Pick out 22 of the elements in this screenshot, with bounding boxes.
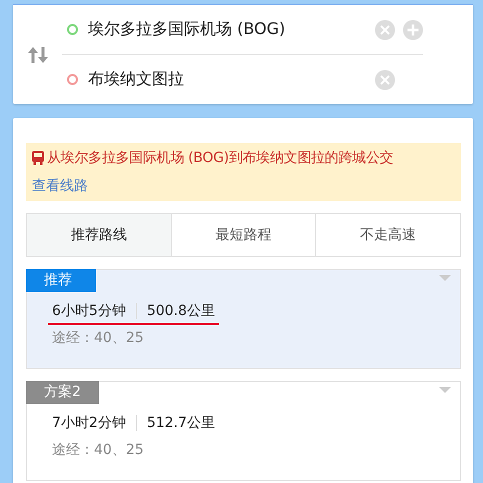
notice-text: 从埃尔多拉多国际机场 (BOG)到布埃纳文图拉的跨城公交 bbox=[47, 149, 394, 167]
route-duration: 6小时5分钟 bbox=[52, 302, 126, 320]
clear-icon[interactable] bbox=[375, 20, 395, 40]
route-tag: 方案2 bbox=[26, 381, 99, 404]
route-distance: 500.8公里 bbox=[146, 302, 215, 320]
bus-icon bbox=[32, 151, 44, 165]
view-route-link[interactable]: 查看线路 bbox=[32, 177, 88, 195]
route-duration: 7小时2分钟 bbox=[52, 414, 126, 432]
route-tab[interactable]: 推荐路线 bbox=[27, 214, 171, 256]
route-tag: 推荐 bbox=[26, 269, 96, 292]
route-card[interactable]: 推荐 6小时5分钟 500.8公里 途经：40、25 bbox=[26, 269, 461, 369]
caret-icon[interactable] bbox=[439, 275, 451, 281]
route-via: 途经：40、25 bbox=[52, 329, 145, 347]
location-field[interactable]: 埃尔多拉多国际机场 (BOG) bbox=[88, 19, 367, 40]
add-icon[interactable] bbox=[403, 20, 423, 40]
caret-icon[interactable] bbox=[439, 387, 451, 393]
swap-icon[interactable] bbox=[26, 46, 48, 64]
location-field[interactable]: 布埃纳文图拉 bbox=[88, 69, 367, 90]
clear-icon[interactable] bbox=[375, 70, 395, 90]
route-distance: 512.7公里 bbox=[146, 414, 215, 432]
route-card[interactable]: 方案2 7小时2分钟 512.7公里 途经：40、25 bbox=[26, 381, 461, 481]
route-via: 途经：40、25 bbox=[52, 441, 145, 459]
